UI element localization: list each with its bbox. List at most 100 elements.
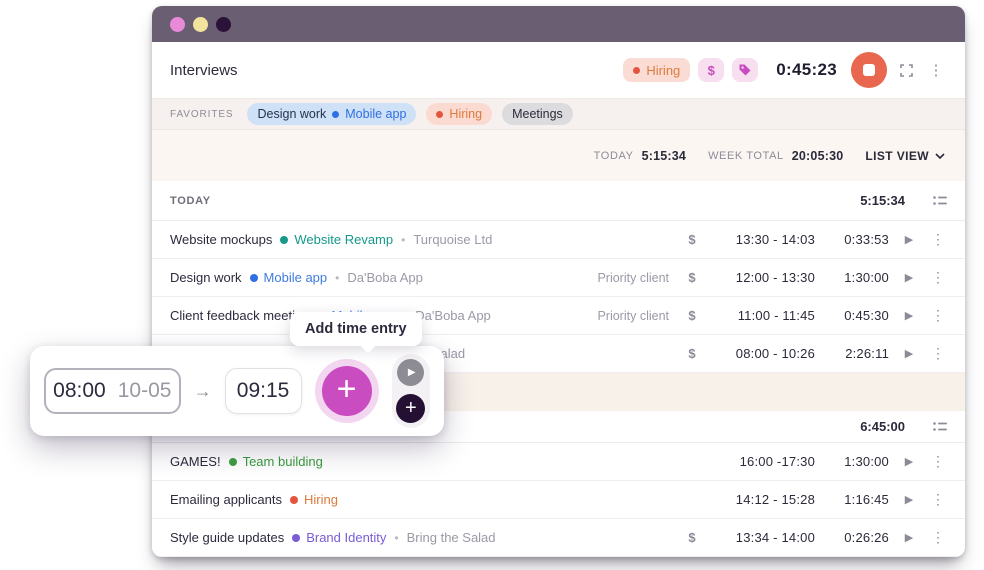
entry-duration[interactable]: 1:16:45 [815, 492, 889, 507]
play-icon[interactable]: ▶ [889, 493, 929, 506]
entry-time-range[interactable]: 13:30 - 14:03 [711, 232, 815, 247]
entry-time-range[interactable]: 12:00 - 13:30 [711, 270, 815, 285]
project-name: Brand Identity [306, 530, 386, 545]
traffic-light-minimize[interactable] [193, 17, 208, 32]
entry-menu-icon[interactable]: ⋮ [929, 231, 947, 248]
current-entry-title[interactable]: Interviews [170, 62, 238, 79]
expand-button[interactable] [895, 59, 917, 81]
entry-menu-icon[interactable]: ⋮ [929, 529, 947, 546]
entry-meta: $ 14:12 - 15:28 1:16:45 ▶ ⋮ [573, 491, 947, 508]
play-icon[interactable]: ▶ [889, 455, 929, 468]
favorite-chip-hiring[interactable]: Hiring [426, 103, 492, 125]
favorite-description: Design work [257, 107, 326, 121]
time-entry-row[interactable]: Design work Mobile app Da'Boba App Prior… [152, 259, 965, 297]
play-icon[interactable]: ▶ [889, 531, 929, 544]
entry-time-range[interactable]: 16:00 -17:30 [711, 454, 815, 469]
entry-menu-icon[interactable]: ⋮ [929, 345, 947, 362]
entry-duration[interactable]: 1:30:00 [815, 270, 889, 285]
timer-mode-button[interactable]: ▶ [397, 359, 424, 386]
favorite-chip-design-work[interactable]: Design work Mobile app [247, 103, 416, 125]
play-icon[interactable]: ▶ [889, 309, 929, 322]
billable-icon: $ [683, 232, 701, 247]
project-name: Mobile app [264, 270, 328, 285]
entry-duration[interactable]: 0:45:30 [815, 308, 889, 323]
group-list-icon[interactable] [933, 195, 947, 206]
entry-info: Emailing applicants Hiring [170, 492, 573, 507]
project-name: Team building [243, 454, 323, 469]
today-total-value: 5:15:34 [642, 149, 687, 163]
entry-project[interactable]: Team building [229, 454, 323, 469]
time-entry-row[interactable]: GAMES! Team building $ 16:00 -17:30 1:30… [152, 443, 965, 481]
chevron-down-icon [935, 153, 945, 159]
entry-duration[interactable]: 0:26:26 [815, 530, 889, 545]
week-total-label: WEEK TOTAL [708, 150, 784, 162]
play-icon[interactable]: ▶ [889, 271, 929, 284]
tooltip-text: Add time entry [305, 321, 407, 337]
start-time-input[interactable]: 08:00 10-05 [44, 368, 181, 414]
entry-time-range[interactable]: 14:12 - 15:28 [711, 492, 815, 507]
stop-icon [863, 64, 875, 76]
entry-menu-icon[interactable]: ⋮ [929, 307, 947, 324]
group-list-icon[interactable] [933, 421, 947, 432]
entry-description[interactable]: Emailing applicants [170, 492, 282, 507]
time-entry-row[interactable]: Style guide updates Brand Identity Bring… [152, 519, 965, 557]
add-entry-button[interactable]: + [322, 366, 372, 416]
today-total-label: TODAY [594, 150, 634, 162]
play-icon[interactable]: ▶ [889, 347, 929, 360]
client-name: Da'Boba App [347, 270, 423, 285]
entry-time-range[interactable]: 13:34 - 14:00 [711, 530, 815, 545]
entry-description[interactable]: GAMES! [170, 454, 221, 469]
project-dot-icon [436, 111, 443, 118]
header-menu-button[interactable]: ⋮ [925, 59, 947, 81]
entry-time-range[interactable]: 08:00 - 10:26 [711, 346, 815, 361]
entry-description[interactable]: Website mockups [170, 232, 272, 247]
entry-time-range[interactable]: 11:00 - 11:45 [711, 308, 815, 323]
project-dot-icon [633, 67, 640, 74]
traffic-light-close[interactable] [170, 17, 185, 32]
entry-menu-icon[interactable]: ⋮ [929, 491, 947, 508]
entry-info: GAMES! Team building [170, 454, 573, 469]
kebab-icon: ⋮ [929, 63, 944, 78]
day-total: 6:45:00 [860, 419, 905, 434]
manual-mode-button[interactable]: + [396, 394, 425, 423]
project-dot-icon [229, 458, 237, 466]
favorite-project: Mobile app [345, 107, 406, 121]
project-chip-hiring[interactable]: Hiring [623, 58, 690, 82]
time-entry-row[interactable]: Client feedback meeting Mobile app Da'Bo… [152, 297, 965, 335]
totals-bar: TODAY 5:15:34 WEEK TOTAL 20:05:30 LIST V… [152, 130, 965, 181]
entry-duration[interactable]: 0:33:53 [815, 232, 889, 247]
project-dot-icon [280, 236, 288, 244]
entry-description[interactable]: Style guide updates [170, 530, 284, 545]
entry-meta: Priority client $ 11:00 - 11:45 0:45:30 … [573, 307, 947, 324]
entry-menu-icon[interactable]: ⋮ [929, 453, 947, 470]
app-window: Interviews Hiring $ 0:45:23 [152, 6, 965, 557]
project-dot-icon [292, 534, 300, 542]
entry-meta: $ 13:30 - 14:03 0:33:53 ▶ ⋮ [573, 231, 947, 248]
view-selector[interactable]: LIST VIEW [865, 149, 945, 163]
entry-duration[interactable]: 2:26:11 [815, 346, 889, 361]
entry-project[interactable]: Brand Identity [292, 530, 386, 545]
timer-controls: Hiring $ 0:45:23 [623, 52, 947, 88]
time-entry-row[interactable]: Website mockups Website Revamp Turquoise… [152, 221, 965, 259]
play-icon[interactable]: ▶ [889, 233, 929, 246]
favorite-chip-meetings[interactable]: Meetings [502, 103, 573, 125]
mode-switcher: ▶ + [392, 354, 430, 428]
entry-project[interactable]: Mobile app [250, 270, 328, 285]
tags-button[interactable] [732, 58, 758, 82]
day-label: TODAY [170, 195, 860, 207]
end-time-input[interactable]: 09:15 [225, 368, 302, 414]
entry-description[interactable]: Design work [170, 270, 242, 285]
traffic-light-zoom[interactable] [216, 17, 231, 32]
stop-timer-button[interactable] [851, 52, 887, 88]
entry-description[interactable]: Client feedback meeting [170, 308, 309, 323]
time-entry-row[interactable]: Emailing applicants Hiring $ 14:12 - 15:… [152, 481, 965, 519]
billable-icon: $ [683, 270, 701, 285]
entry-meta: $ 08:00 - 10:26 2:26:11 ▶ ⋮ [573, 345, 947, 362]
entry-menu-icon[interactable]: ⋮ [929, 269, 947, 286]
billable-toggle[interactable]: $ [698, 58, 724, 82]
start-time-value: 08:00 [53, 379, 106, 403]
window-titlebar [152, 6, 965, 42]
entry-duration[interactable]: 1:30:00 [815, 454, 889, 469]
entry-project[interactable]: Website Revamp [280, 232, 393, 247]
entry-project[interactable]: Hiring [290, 492, 338, 507]
